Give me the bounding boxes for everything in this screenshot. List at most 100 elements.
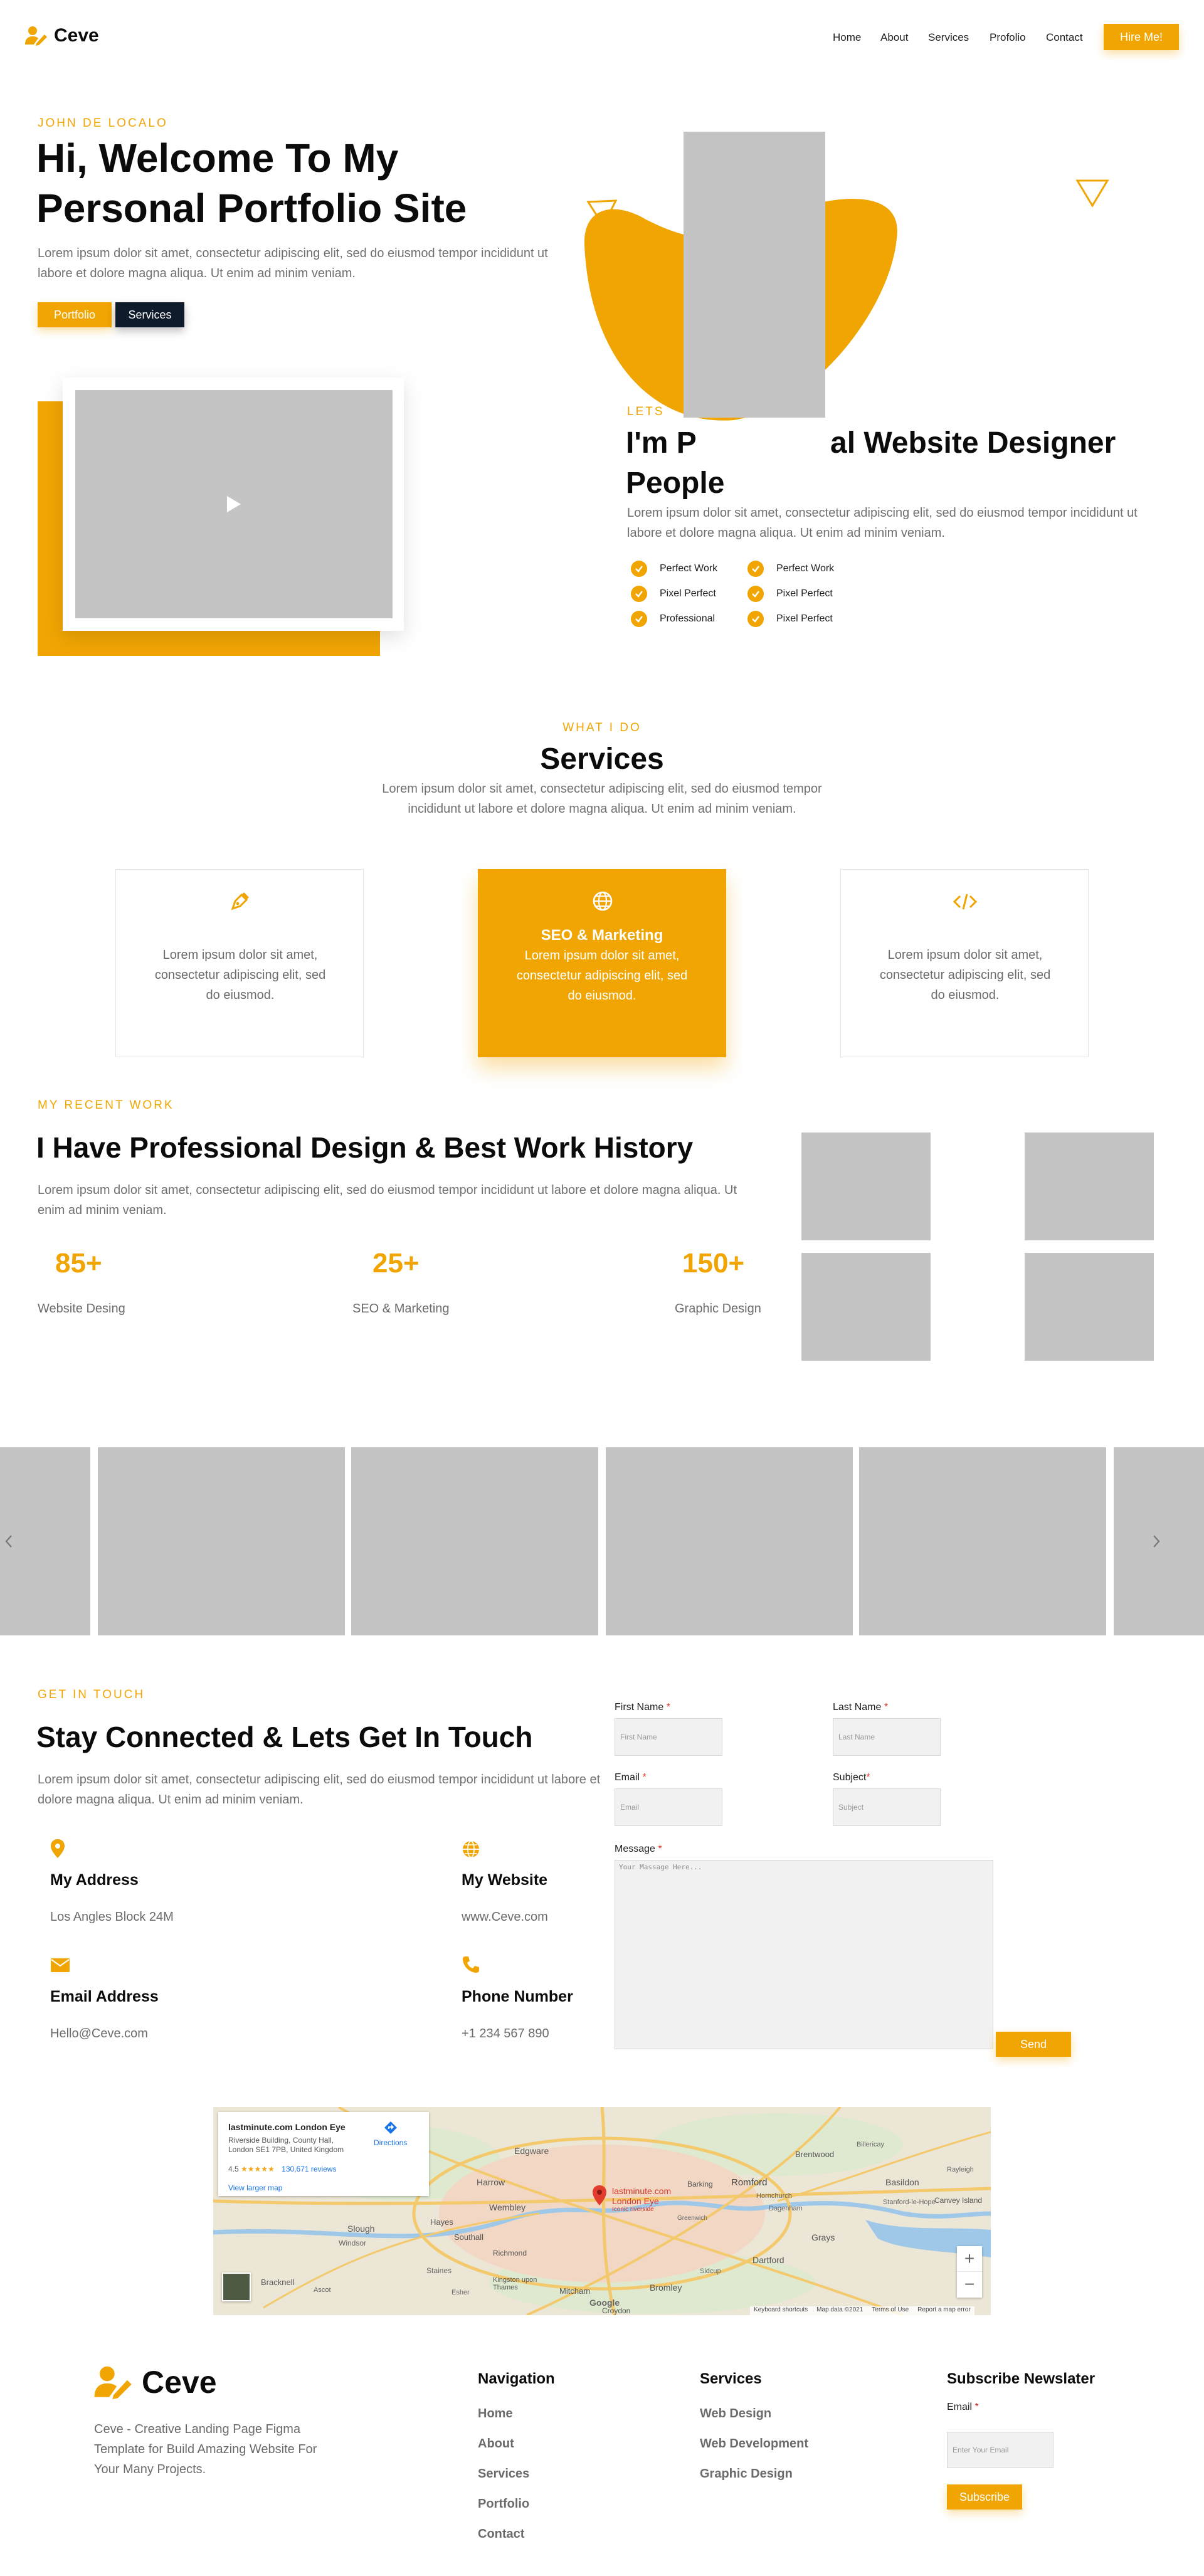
work-eyebrow: MY RECENT WORK [38, 1099, 174, 1112]
report-error-link[interactable]: Report a map error [917, 2306, 970, 2315]
pen-icon [231, 892, 249, 911]
first-name-input[interactable]: First Name [615, 1718, 722, 1756]
check-icon [747, 561, 764, 577]
directions-icon[interactable] [384, 2121, 398, 2135]
subject-label: Subject* [833, 1772, 870, 1783]
check-label: Pixel Perfect [776, 613, 833, 624]
footer-brand[interactable]: Ceve [94, 2364, 217, 2400]
address-value: Los Angles Block 24M [50, 1910, 174, 1924]
map-town: Harrow [477, 2177, 505, 2187]
subject-input[interactable]: Subject [833, 1788, 941, 1826]
terms-link[interactable]: Terms of Use [872, 2306, 909, 2315]
map-pin-label: lastminute.com [612, 2186, 672, 2196]
services-eyebrow: WHAT I DO [562, 721, 642, 734]
gallery-slide[interactable] [859, 1447, 1106, 1635]
site-header: Ceve Home About Services Profolio Contac… [0, 0, 1204, 75]
map-town: Wembley [489, 2202, 526, 2212]
play-icon[interactable] [226, 495, 242, 514]
nav-profolio[interactable]: Profolio [990, 31, 1026, 44]
footer-nav-home[interactable]: Home [478, 2407, 513, 2421]
last-name-input[interactable]: Last Name [833, 1718, 941, 1756]
phone-value[interactable]: +1 234 567 890 [462, 2027, 549, 2041]
website-value[interactable]: www.Ceve.com [462, 1910, 548, 1924]
footer-nav-portfolio[interactable]: Portfolio [478, 2497, 529, 2511]
map-larger-link[interactable]: View larger map [228, 2183, 282, 2192]
subscribe-email-input[interactable]: Enter Your Email [947, 2432, 1054, 2468]
nav-about[interactable]: About [880, 31, 908, 44]
map-place-name: lastminute.com London Eye [228, 2122, 346, 2132]
footer-service-web-design[interactable]: Web Design [700, 2407, 771, 2421]
map-embed[interactable]: Edgware Harrow Wembley Romford Hornchurc… [213, 2107, 991, 2315]
subscribe-button[interactable]: Subscribe [947, 2484, 1022, 2510]
map-town: Mitcham [559, 2286, 591, 2296]
map-pin-icon[interactable] [592, 2185, 607, 2206]
map-town: Greenwich [677, 2215, 707, 2222]
service-card-seo[interactable]: SEO & Marketing Lorem ipsum dolor sit am… [478, 869, 726, 1057]
check-icon [747, 586, 764, 602]
footer-nav-contact[interactable]: Contact [478, 2527, 524, 2542]
map-town: Grays [811, 2232, 835, 2242]
footer-nav-services[interactable]: Services [478, 2467, 529, 2481]
chevron-left-icon[interactable] [4, 1534, 14, 1549]
email-input[interactable]: Email [615, 1788, 722, 1826]
map-town: Romford [731, 2177, 768, 2188]
footer-description: Ceve - Creative Landing Page Figma Templ… [94, 2422, 317, 2476]
triangle-decoration-left [586, 199, 618, 228]
keyboard-shortcuts-link[interactable]: Keyboard shortcuts [754, 2306, 808, 2315]
map-town: Rayleigh [947, 2166, 974, 2173]
map-data-text: Map data ©2021 [816, 2306, 863, 2313]
services-button[interactable]: Services [115, 302, 184, 327]
work-thumbnail[interactable] [801, 1253, 931, 1361]
subscribe-email-label: Email * [947, 2402, 979, 2413]
map-town: Bromley [650, 2283, 682, 2293]
send-button[interactable]: Send [996, 2032, 1071, 2057]
globe-icon [463, 1840, 479, 1858]
portfolio-button[interactable]: Portfolio [38, 302, 112, 327]
nav-contact[interactable]: Contact [1046, 31, 1083, 44]
check-label: Professional [660, 613, 716, 624]
gallery-slide[interactable] [351, 1447, 598, 1635]
map-town: Esher [452, 2289, 470, 2296]
map-town: Slough [347, 2224, 375, 2234]
footer-service-graphic-design[interactable]: Graphic Design [700, 2467, 793, 2481]
gallery-slide[interactable] [606, 1447, 853, 1635]
map-town: Richmond [493, 2249, 527, 2257]
footer-nav-about[interactable]: About [478, 2437, 514, 2451]
zoom-in-button[interactable]: + [957, 2246, 982, 2271]
gallery-slide[interactable] [98, 1447, 345, 1635]
first-name-label-text: First Name [615, 1702, 664, 1713]
about-eyebrow: LETS [627, 405, 665, 418]
service-card-development[interactable]: Lorem ipsum dolor sit amet, consectetur … [840, 869, 1089, 1057]
chevron-right-icon[interactable] [1151, 1534, 1161, 1549]
work-thumbnail[interactable] [1025, 1253, 1154, 1361]
map-town: Ascot [314, 2286, 331, 2294]
stat-number: 25+ [372, 1248, 420, 1279]
map-town: Edgware [514, 2146, 549, 2156]
message-textarea[interactable]: Your Massage Here... [615, 1860, 993, 2049]
map-google-logo: Google [589, 2298, 620, 2308]
service-card-design[interactable]: Lorem ipsum dolor sit amet, consectetur … [115, 869, 364, 1057]
nav-home[interactable]: Home [833, 31, 861, 44]
map-town: Canvey Island [934, 2196, 983, 2205]
nav-services[interactable]: Services [928, 31, 969, 44]
zoom-out-button[interactable]: − [957, 2271, 982, 2296]
brand-logo[interactable]: Ceve [25, 25, 99, 46]
hire-me-button[interactable]: Hire Me! [1104, 24, 1179, 50]
email-label-text: Email [615, 1772, 640, 1783]
service-card-text: Lorem ipsum dolor sit amet, consectetur … [879, 948, 1051, 1002]
email-value[interactable]: Hello@Ceve.com [50, 2027, 148, 2041]
map-reviews-link[interactable]: 130,671 reviews [282, 2165, 336, 2173]
required-mark: * [884, 1702, 889, 1713]
work-thumbnail[interactable] [1025, 1132, 1154, 1240]
check-label: Pixel Perfect [660, 588, 716, 599]
stat-website: 85+ Website Desing [38, 1248, 163, 1323]
map-pin-sublabel: Iconic riverside [612, 2206, 654, 2213]
footer-service-web-development[interactable]: Web Development [700, 2437, 808, 2451]
video-thumbnail[interactable] [75, 390, 393, 618]
directions-link[interactable]: Directions [374, 2138, 407, 2147]
map-pin-label: London Eye [612, 2196, 659, 2206]
work-thumbnail[interactable] [801, 1132, 931, 1240]
map-satellite-toggle[interactable] [222, 2272, 251, 2301]
hero-eyebrow: JOHN DE LOCALO [38, 117, 168, 130]
map-info-card: lastminute.com London Eye Riverside Buil… [218, 2112, 429, 2196]
